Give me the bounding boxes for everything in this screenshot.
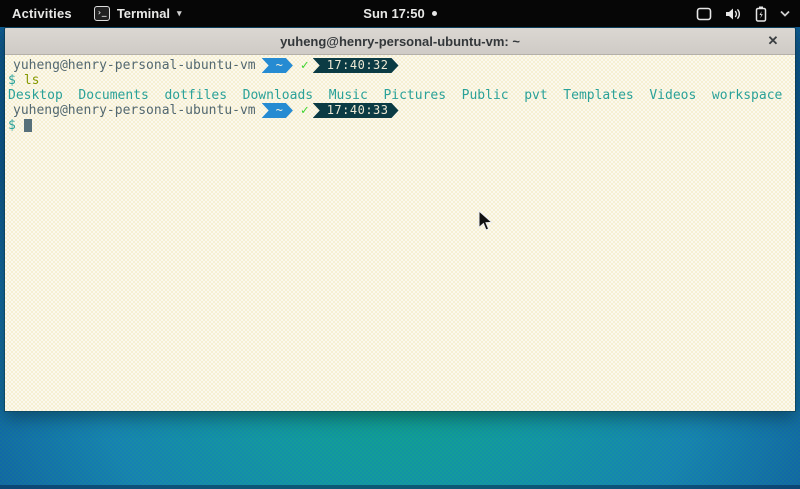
chevron-down-icon: ▾ [177,8,182,19]
input-line[interactable]: $ [5,118,795,133]
directory-name: Documents [78,88,148,103]
directory-name: Pictures [383,88,446,103]
directory-name: Videos [649,88,696,103]
time-segment: 17:40:32 [313,58,399,73]
battery-charging-icon [755,6,767,22]
command-line: $ ls [5,73,795,88]
status-check-icon: ✓ [301,103,309,118]
system-status-area[interactable] [686,0,800,27]
directory-name: dotfiles [164,88,227,103]
directory-name: Music [329,88,368,103]
directory-name: Downloads [243,88,313,103]
directory-name: pvt [524,88,547,103]
user-host-text: yuheng@henry-personal-ubuntu-vm [13,58,256,73]
desktop-bottom-edge [0,485,800,489]
top-bar: Activities ›_ Terminal ▾ Sun 17:50 [0,0,800,27]
directory-name: workspace [712,88,782,103]
user-host-text: yuheng@henry-personal-ubuntu-vm [13,103,256,118]
window-title-bar[interactable]: yuheng@henry-personal-ubuntu-vm: ~ ✕ [5,28,795,55]
cwd-segment: ~ [262,58,293,73]
cwd-segment: ~ [262,103,293,118]
status-check-icon: ✓ [301,58,309,73]
prompt-symbol: $ [8,118,16,133]
app-menu-terminal[interactable]: ›_ Terminal ▾ [84,0,192,27]
clock-label[interactable]: Sun 17:50 [363,6,424,21]
notification-dot [432,11,437,16]
chevron-down-icon [780,10,790,17]
prompt-line: yuheng@henry-personal-ubuntu-vm ~ ✓ 17:4… [5,103,795,118]
command-text: ls [24,73,40,88]
terminal-window: yuheng@henry-personal-ubuntu-vm: ~ ✕ yuh… [4,27,796,412]
terminal-content[interactable]: yuheng@henry-personal-ubuntu-vm ~ ✓ 17:4… [5,55,795,411]
prompt-symbol: $ [8,73,16,88]
output-line: Desktop Documents dotfiles Downloads Mus… [5,88,795,103]
activities-button[interactable]: Activities [0,0,84,27]
time-segment: 17:40:33 [313,103,399,118]
window-title: yuheng@henry-personal-ubuntu-vm: ~ [280,34,520,49]
volume-icon [725,7,742,21]
terminal-icon: ›_ [94,6,110,21]
app-menu-label: Terminal [117,6,170,21]
directory-name: Public [462,88,509,103]
directory-name: Desktop [8,88,63,103]
directory-name: Templates [563,88,633,103]
prompt-line: yuheng@henry-personal-ubuntu-vm ~ ✓ 17:4… [5,58,795,73]
screen-icon [696,7,712,21]
close-button[interactable]: ✕ [761,28,785,54]
terminal-cursor [24,119,32,132]
